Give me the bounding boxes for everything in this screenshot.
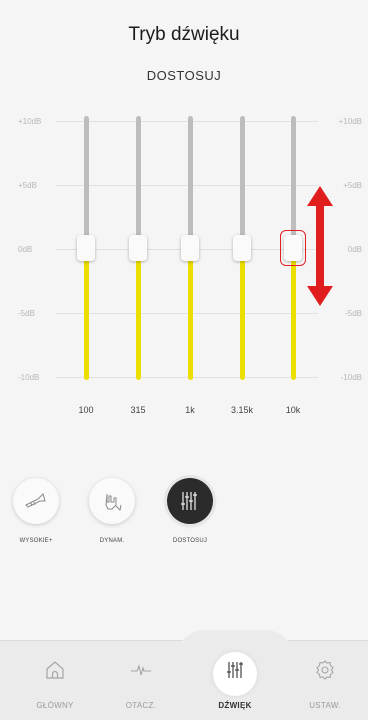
mode-dostosuj[interactable]: DOSTOSUJ <box>160 478 220 544</box>
band-slider-100[interactable] <box>77 116 95 380</box>
nav-item-glowny[interactable]: GŁÓWNY <box>18 640 92 720</box>
home-icon <box>46 661 64 679</box>
gear-icon <box>316 660 334 680</box>
band-slider-3-15k[interactable] <box>233 116 251 380</box>
db-label-minus5-right: -5dB <box>345 309 362 318</box>
double-arrow-icon <box>307 186 333 306</box>
nav-item-otacz[interactable]: OTACZ. <box>104 640 178 720</box>
freq-label-315: 315 <box>130 405 146 415</box>
slider-knob[interactable] <box>77 235 95 261</box>
freq-label-10k: 10k <box>285 405 301 415</box>
slider-track-lower <box>188 248 193 380</box>
mode-circle[interactable] <box>167 478 213 524</box>
mode-circle[interactable] <box>89 478 135 524</box>
nav-label: GŁÓWNY <box>36 701 74 710</box>
db-label-0-left: 0dB <box>18 245 33 254</box>
freq-label-100: 100 <box>78 405 94 415</box>
slider-track-upper <box>240 116 245 248</box>
slider-track-upper <box>136 116 141 248</box>
highlight-box <box>280 230 306 266</box>
waveform-icon <box>131 664 151 676</box>
slider-track-lower <box>84 248 89 380</box>
slider-track-lower <box>136 248 141 380</box>
nav-label: USTAW. <box>309 701 341 710</box>
equalizer-panel: +10dB +5dB 0dB -5dB -10dB +10dB +5dB 0dB… <box>0 0 368 420</box>
slider-track-lower <box>291 248 296 380</box>
trumpet-icon <box>25 493 46 508</box>
db-label-plus10-left: +10dB <box>18 117 42 126</box>
db-label-minus10-left: -10dB <box>18 373 40 382</box>
nav-label: DŹWIĘK <box>218 701 252 710</box>
freq-label-3-15k: 3.15k <box>230 405 254 415</box>
nav-item-ustaw[interactable]: USTAW. <box>288 640 362 720</box>
nav-label: OTACZ. <box>125 701 157 710</box>
mode-circle[interactable] <box>13 478 59 524</box>
slider-track-lower <box>240 248 245 380</box>
nav-item-dzwiek[interactable]: DŹWIĘK <box>198 640 272 720</box>
mode-label: DYNAM. <box>99 538 125 544</box>
slider-knob[interactable] <box>233 235 251 261</box>
db-label-plus5-left: +5dB <box>18 181 37 190</box>
db-label-minus5-left: -5dB <box>18 309 35 318</box>
slider-track-upper <box>84 116 89 248</box>
band-slider-315[interactable] <box>129 116 147 380</box>
slider-knob[interactable] <box>181 235 199 261</box>
equalizer-icon <box>227 662 243 678</box>
band-slider-1k[interactable] <box>181 116 199 380</box>
slider-knob[interactable] <box>129 235 147 261</box>
mode-label: DOSTOSUJ <box>172 538 208 544</box>
hand-rock-icon <box>105 493 122 512</box>
mode-label: WYSOKIE+ <box>19 538 53 544</box>
slider-track-upper <box>188 116 193 248</box>
db-label-plus10-right: +10dB <box>338 117 362 126</box>
equalizer-icon <box>181 492 197 510</box>
mode-dynam[interactable]: DYNAM. <box>82 478 142 544</box>
mode-wysokie[interactable]: WYSOKIE+ <box>6 478 66 544</box>
db-label-minus10-right: -10dB <box>340 373 362 382</box>
slider-track-upper <box>291 116 296 248</box>
freq-label-1k: 1k <box>185 405 195 415</box>
